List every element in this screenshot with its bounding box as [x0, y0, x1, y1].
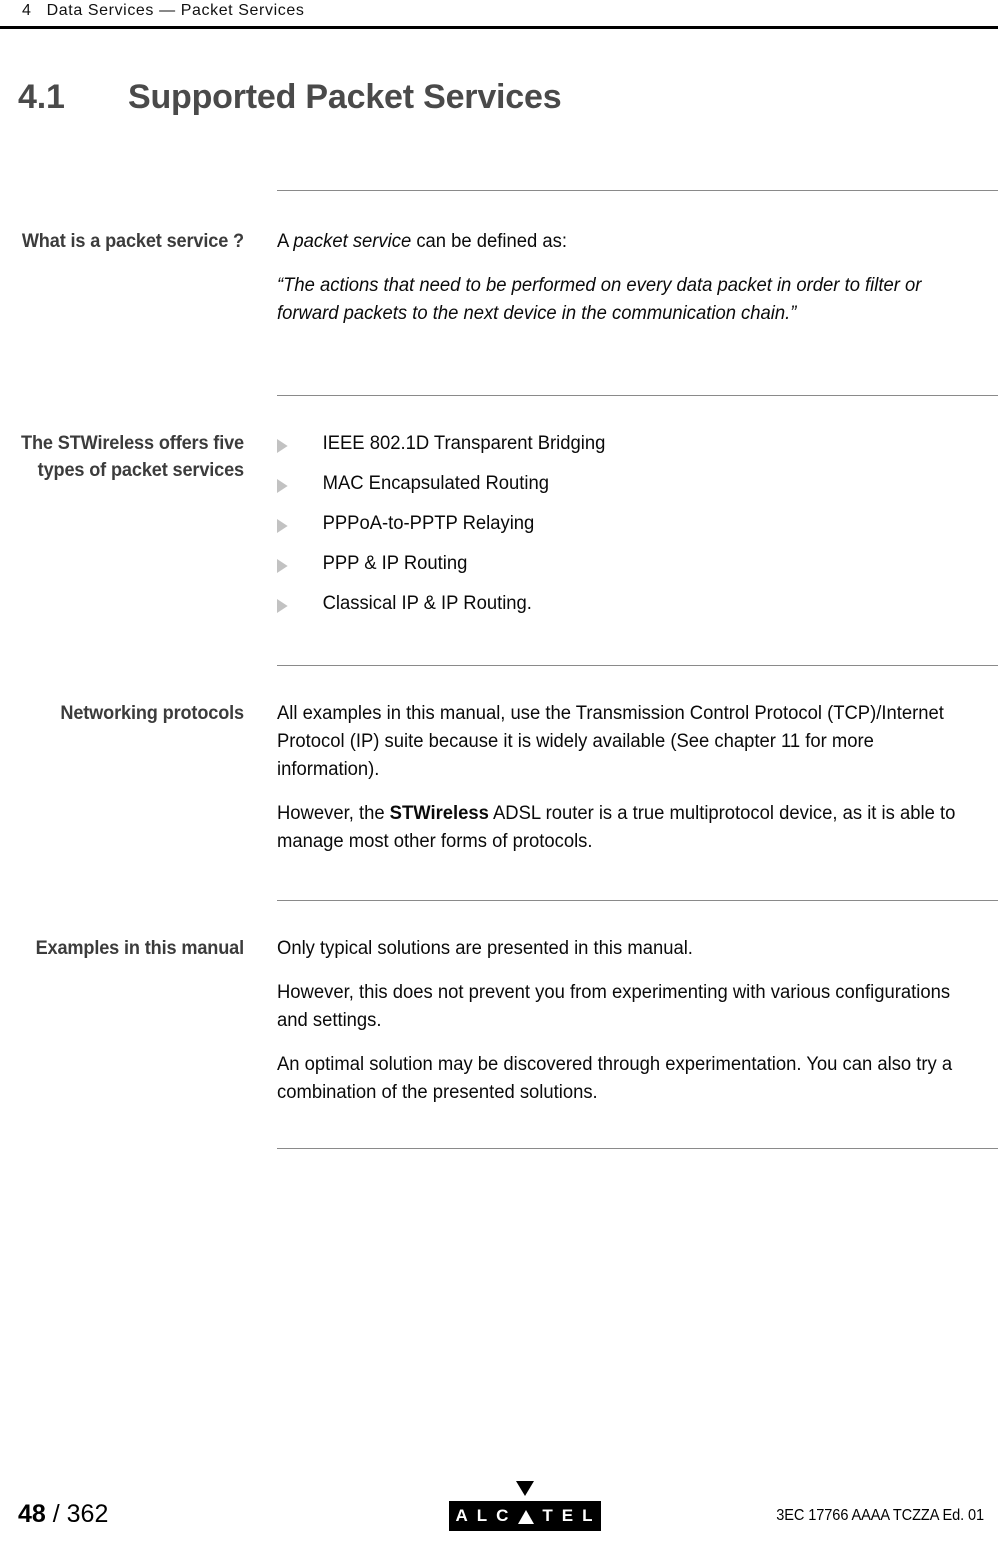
logo-letter-t: T [542, 1506, 555, 1525]
list-item: PPP & IP Routing [277, 550, 966, 578]
triangle-bullet-icon [277, 559, 288, 573]
paragraph-tcp-ip-suite: All examples in this manual, use the Tra… [277, 703, 944, 780]
alcatel-logo: ALCTEL [449, 1481, 601, 1533]
running-head: 4 Data Services — Packet Services [22, 2, 305, 19]
logo-letter-a-triangle-icon [517, 1510, 534, 1524]
packet-service-list: IEEE 802.1D Transparent Bridging MAC Enc… [277, 430, 966, 618]
list-item: PPPoA-to-PPTP Relaying [277, 510, 966, 538]
triangle-bullet-icon [277, 439, 288, 453]
section-label-packet-service-types: The STWireless offers five types of pack… [21, 432, 245, 481]
logo-letter-c: C [496, 1506, 511, 1525]
section-body-examples-in-this-manual: Only typical solutions are presented in … [277, 935, 966, 1107]
section-divider-3 [277, 665, 998, 666]
logo-triangle-icon [516, 1481, 534, 1496]
paragraph-optimal-solution: An optimal solution may be discovered th… [277, 1054, 953, 1103]
list-item-label: PPPoA-to-PPTP Relaying [322, 513, 535, 534]
section-divider-2 [277, 395, 998, 396]
section-label-networking-protocols: Networking protocols [60, 702, 245, 724]
section-divider-4 [277, 900, 998, 901]
list-item: MAC Encapsulated Routing [277, 470, 966, 498]
section-number: 4.1 [18, 78, 65, 116]
triangle-bullet-icon [277, 599, 288, 613]
multiprotocol-lead: However, the [277, 803, 390, 824]
list-item: Classical IP & IP Routing. [277, 590, 966, 618]
intro-italic-term: packet service [293, 231, 412, 252]
intro-lead: A [277, 231, 294, 252]
logo-letter-a: A [455, 1506, 470, 1525]
triangle-bullet-icon [277, 519, 288, 533]
page-number-current: 48 [18, 1500, 46, 1528]
section-body-packet-service-types: IEEE 802.1D Transparent Bridging MAC Enc… [277, 430, 966, 618]
list-item-label: IEEE 802.1D Transparent Bridging [322, 433, 606, 454]
paragraph-definition-intro: A packet service can be defined as: [277, 228, 966, 256]
paragraph-definition-quote: “The actions that need to be performed o… [277, 275, 922, 324]
logo-letter-e: E [561, 1506, 576, 1525]
page-number-total: 362 [66, 1500, 109, 1528]
page-number: 48 / 362 [18, 1500, 108, 1529]
list-item-label: Classical IP & IP Routing. [322, 593, 532, 614]
list-item-label: MAC Encapsulated Routing [322, 473, 550, 494]
section-label-what-is-a-packet-service: What is a packet service ? [21, 230, 244, 252]
page-footer: 48 / 362 ALCTEL 3EC 17766 AAAA TCZZA Ed.… [0, 1453, 998, 1543]
logo-letter-l2: L [582, 1506, 595, 1525]
list-item: IEEE 802.1D Transparent Bridging [277, 430, 966, 458]
list-item-label: PPP & IP Routing [322, 553, 468, 574]
section-title-text: Supported Packet Services [128, 78, 562, 116]
triangle-bullet-icon [277, 479, 288, 493]
intro-tail: can be defined as: [411, 231, 567, 252]
document-reference: 3EC 17766 AAAA TCZZA Ed. 01 [776, 1507, 984, 1524]
section-divider-5 [277, 1148, 998, 1149]
section-divider-1 [277, 190, 998, 191]
section-body-what-is-a-packet-service: A packet service can be defined as: “The… [277, 228, 966, 328]
logo-letter-l: L [476, 1506, 490, 1525]
paragraph-experimenting: However, this does not prevent you from … [277, 982, 951, 1031]
header-divider [0, 26, 998, 29]
section-label-examples-in-this-manual: Examples in this manual [35, 937, 245, 959]
paragraph-multiprotocol: However, the STWireless ADSL router is a… [277, 800, 966, 856]
section-body-networking-protocols: All examples in this manual, use the Tra… [277, 700, 966, 856]
page-number-separator: / [45, 1500, 67, 1528]
product-name-stwireless: STWireless [389, 803, 489, 824]
page-header: 4 Data Services — Packet Services [0, 0, 998, 30]
page-title: 4.1 Supported Packet Services [18, 78, 978, 128]
paragraph-typical-solutions: Only typical solutions are presented in … [277, 938, 693, 959]
logo-wordmark: ALCTEL [449, 1501, 601, 1531]
